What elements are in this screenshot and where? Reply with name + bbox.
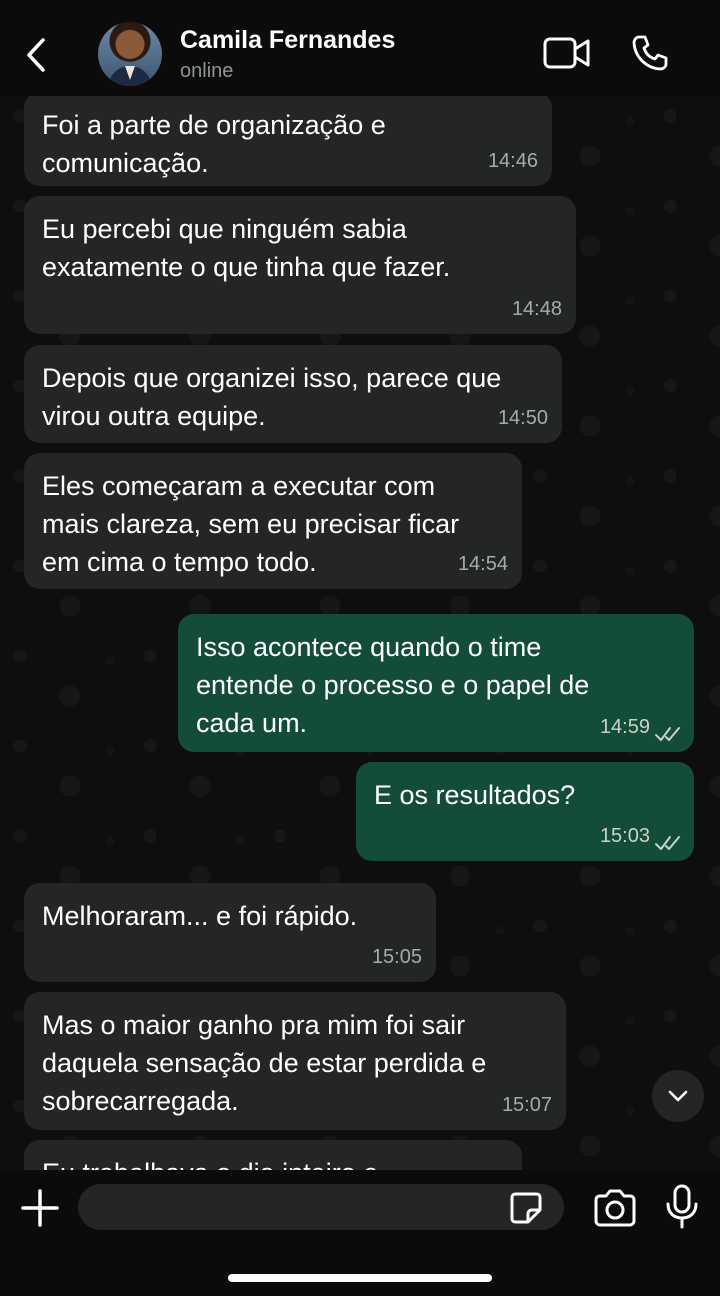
chat-header: Camila Fernandes online	[0, 0, 720, 96]
message-text: Eles começaram a executar com mais clare…	[42, 471, 460, 577]
message-time: 14:54	[457, 553, 508, 575]
sticker-button[interactable]	[508, 1190, 544, 1226]
video-camera-icon	[543, 37, 590, 69]
message-bubble-outgoing[interactable]: E os resultados? 15:03	[356, 762, 694, 861]
chat-area[interactable]: Foi a parte de organização e comunicação…	[0, 96, 720, 1170]
attach-button[interactable]	[18, 1186, 62, 1230]
message-time: 15:03	[599, 825, 650, 847]
video-call-button[interactable]	[543, 36, 591, 70]
message-text: Melhoraram... e foi rápido.	[42, 901, 358, 931]
contact-status: online	[180, 60, 234, 82]
message-bubble-incoming[interactable]: Eu trabalhava o dia inteiro e	[24, 1140, 522, 1170]
plus-icon	[21, 1189, 59, 1227]
message-bubble-incoming[interactable]: Melhoraram... e foi rápido. 15:05	[24, 883, 436, 982]
message-bubble-outgoing[interactable]: Isso acontece quando o time entende o pr…	[178, 614, 694, 752]
composer-bar	[0, 1170, 720, 1296]
message-text: Eu percebi que ninguém sabia exatamente …	[42, 214, 451, 282]
scroll-to-bottom-button[interactable]	[652, 1070, 704, 1122]
message-text: Foi a parte de organização e comunicação…	[42, 110, 386, 178]
avatar[interactable]	[98, 22, 162, 86]
phone-icon	[632, 35, 668, 71]
message-text: Mas o maior ganho pra mim foi sair daque…	[42, 1010, 487, 1116]
message-bubble-incoming[interactable]: Eles começaram a executar com mais clare…	[24, 453, 522, 589]
message-text: Eu trabalhava o dia inteiro e	[42, 1154, 504, 1170]
double-check-icon	[655, 836, 680, 850]
sticker-icon	[510, 1192, 542, 1224]
chevron-down-icon	[668, 1090, 688, 1102]
message-time: 14:50	[497, 407, 548, 429]
message-bubble-incoming[interactable]: Foi a parte de organização e comunicação…	[24, 96, 552, 186]
message-bubble-incoming[interactable]: Eu percebi que ninguém sabia exatamente …	[24, 196, 576, 334]
message-input[interactable]	[78, 1184, 564, 1230]
back-button[interactable]	[18, 30, 54, 80]
microphone-button[interactable]	[664, 1184, 700, 1230]
double-check-icon	[655, 727, 680, 741]
message-bubble-incoming[interactable]: Depois que organizei isso, parece que vi…	[24, 345, 562, 443]
home-indicator[interactable]	[228, 1274, 492, 1282]
message-text: Depois que organizei isso, parece que vi…	[42, 363, 502, 431]
message-bubble-incoming[interactable]: Mas o maior ganho pra mim foi sair daque…	[24, 992, 566, 1130]
camera-icon	[594, 1189, 636, 1227]
microphone-icon	[666, 1184, 698, 1229]
chevron-left-icon	[27, 38, 45, 72]
camera-button[interactable]	[592, 1188, 638, 1228]
message-time: 15:05	[371, 946, 422, 968]
message-text: E os resultados?	[374, 780, 576, 810]
voice-call-button[interactable]	[630, 33, 670, 73]
message-time: 14:48	[511, 298, 562, 320]
message-time: 15:07	[501, 1094, 552, 1116]
message-time: 14:59	[599, 716, 650, 738]
contact-name[interactable]: Camila Fernandes	[180, 26, 395, 55]
message-time: 14:46	[487, 150, 538, 172]
